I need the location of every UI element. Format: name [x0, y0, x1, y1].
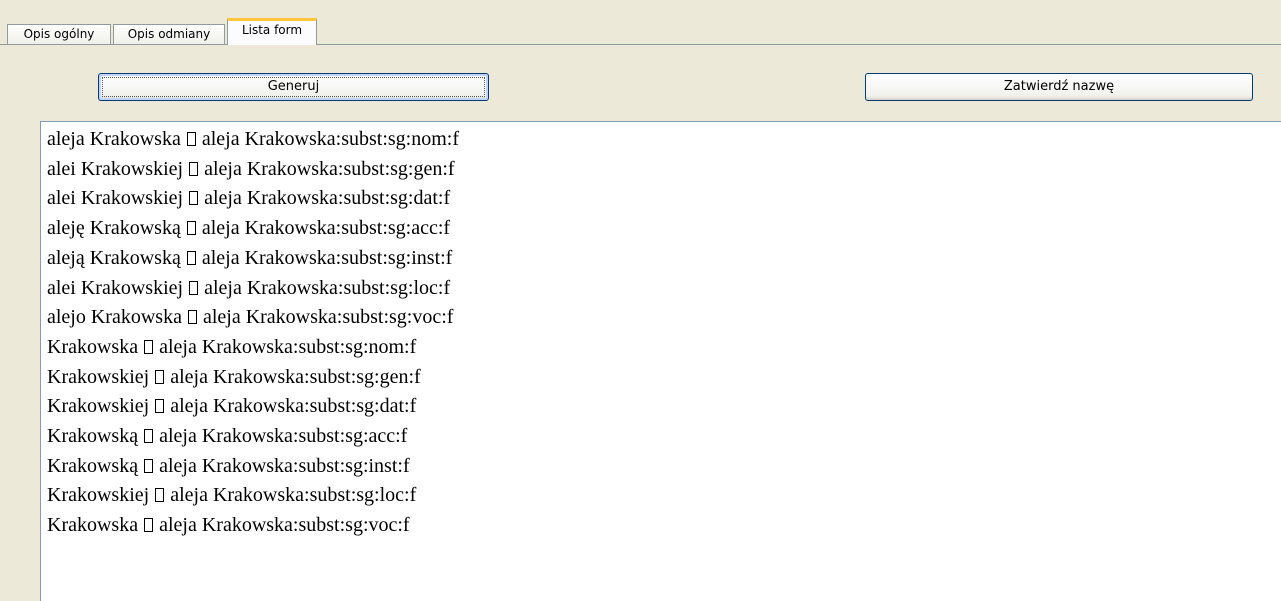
morph-tag: aleja Krakowska:subst:sg:acc:f	[201, 217, 451, 240]
missing-glyph-box-icon	[155, 488, 165, 503]
form-line: alei Krakowskiej aleja Krakowska:subst:sg…	[47, 274, 1281, 304]
form-line: Krakowska aleja Krakowska:subst:sg:nom:f	[47, 333, 1281, 363]
confirm-name-button-label: Zatwierdź nazwę	[1003, 79, 1115, 94]
missing-glyph-box-icon	[189, 161, 199, 176]
form-line: aleja Krakowska aleja Krakowska:subst:sg:…	[47, 125, 1281, 155]
missing-glyph-box-icon	[144, 518, 154, 533]
missing-glyph-box-icon	[144, 339, 154, 354]
missing-glyph-box-icon	[155, 369, 165, 384]
missing-glyph-box-icon	[186, 250, 196, 265]
morph-tag: aleja Krakowska:subst:sg:acc:f	[159, 425, 408, 448]
inflected-form: aleję Krakowską	[47, 217, 181, 240]
morph-tag: aleja Krakowska:subst:sg:nom:f	[201, 128, 460, 150]
inflected-form: Krakowskiej	[47, 365, 150, 388]
morph-tag: aleja Krakowska:subst:sg:gen:f	[204, 157, 455, 180]
missing-glyph-box-icon	[155, 399, 165, 414]
missing-glyph-box-icon	[186, 221, 196, 236]
forms-list-textarea[interactable]: aleja Krakowska aleja Krakowska:subst:sg:…	[40, 121, 1281, 601]
morph-tag: aleja Krakowska:subst:sg:voc:f	[202, 306, 454, 329]
inflected-form: alei Krakowskiej	[47, 187, 184, 210]
morph-tag: aleja Krakowska:subst:sg:loc:f	[204, 276, 451, 299]
tab-lista-form[interactable]: Lista form	[227, 18, 317, 45]
form-line: aleją Krakowską aleja Krakowska:subst:sg:…	[47, 244, 1281, 274]
form-line: Krakowskiej aleja Krakowska:subst:sg:dat:…	[47, 392, 1281, 422]
morph-tag: aleja Krakowska:subst:sg:dat:f	[204, 187, 451, 210]
missing-glyph-box-icon	[186, 132, 196, 146]
form-line: Krakowskiej aleja Krakowska:subst:sg:loc:…	[47, 481, 1281, 511]
missing-glyph-box-icon	[144, 458, 154, 473]
inflected-form: alei Krakowskiej	[47, 157, 184, 180]
tab-bar: Opis ogólny Opis odmiany Lista form	[0, 0, 1281, 45]
tab-opis-ogolny[interactable]: Opis ogólny	[7, 24, 111, 44]
form-line: Krakowską aleja Krakowska:subst:sg:acc:f	[47, 422, 1281, 452]
generate-button-label: Generuj	[267, 79, 320, 94]
form-line: alei Krakowskiej aleja Krakowska:subst:sg…	[47, 184, 1281, 214]
inflected-form: Krakowską	[47, 425, 139, 448]
confirm-name-button[interactable]: Zatwierdź nazwę	[865, 73, 1253, 101]
inflected-form: alei Krakowskiej	[47, 276, 184, 299]
inflected-form: Krakowskiej	[47, 395, 150, 418]
inflected-form: Krakowskiej	[47, 484, 150, 507]
form-line: alei Krakowskiej aleja Krakowska:subst:sg…	[47, 155, 1281, 185]
morph-tag: aleja Krakowska:subst:sg:loc:f	[170, 484, 417, 507]
inflected-form: Krakowską	[47, 454, 139, 477]
inflected-form: alejo Krakowska	[47, 306, 182, 329]
form-line: Krakowskiej aleja Krakowska:subst:sg:gen:…	[47, 363, 1281, 393]
morph-tag: aleja Krakowska:subst:sg:inst:f	[159, 454, 410, 477]
inflected-form: aleją Krakowską	[47, 246, 181, 269]
tab-opis-odmiany[interactable]: Opis odmiany	[113, 24, 225, 44]
generate-button[interactable]: Generuj	[98, 73, 489, 101]
morph-tag: aleja Krakowska:subst:sg:dat:f	[170, 395, 417, 418]
inflected-form: Krakowska	[47, 514, 139, 537]
morph-tag: aleja Krakowska:subst:sg:inst:f	[201, 246, 453, 269]
inflected-form: aleja Krakowska	[47, 128, 181, 150]
form-line: Krakowską aleja Krakowska:subst:sg:inst:f	[47, 452, 1281, 482]
form-line: alejo Krakowska aleja Krakowska:subst:sg:…	[47, 303, 1281, 333]
morph-tag: aleja Krakowska:subst:sg:gen:f	[170, 365, 421, 388]
missing-glyph-box-icon	[144, 429, 154, 444]
form-line: aleję Krakowską aleja Krakowska:subst:sg:…	[47, 214, 1281, 244]
missing-glyph-box-icon	[189, 280, 199, 295]
morph-tag: aleja Krakowska:subst:sg:nom:f	[159, 335, 417, 358]
morph-tag: aleja Krakowska:subst:sg:voc:f	[159, 514, 410, 537]
missing-glyph-box-icon	[187, 310, 197, 325]
form-line: Krakowska aleja Krakowska:subst:sg:voc:f	[47, 511, 1281, 541]
inflected-form: Krakowska	[47, 335, 139, 358]
missing-glyph-box-icon	[189, 191, 199, 206]
tab-panel-lista-form: Generuj Zatwierdź nazwę aleja Krakowska a…	[0, 45, 1281, 601]
